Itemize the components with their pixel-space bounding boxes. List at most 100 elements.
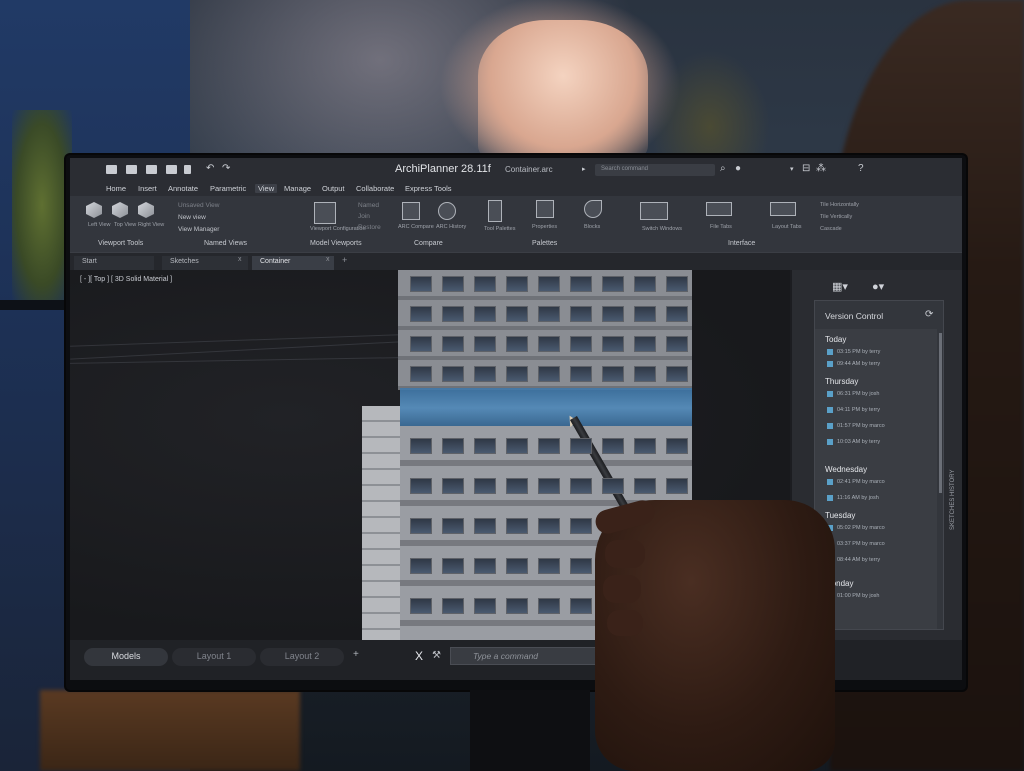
view-manager[interactable]: View Manager	[178, 226, 219, 233]
close-sketches-icon[interactable]: x	[238, 256, 242, 263]
help-icon[interactable]: ?	[858, 163, 864, 174]
tab-sketches[interactable]: Sketches	[162, 256, 248, 270]
version-entry[interactable]: 01:57 PM by marco	[827, 423, 885, 429]
network-icon[interactable]: ⁂	[816, 163, 826, 174]
building-window	[538, 276, 560, 292]
compare-label: Compare	[414, 240, 443, 247]
menu-express-tools[interactable]: Express Tools	[405, 184, 452, 193]
compare-icon[interactable]	[402, 202, 420, 220]
grid-view-icon[interactable]: ▦▾	[832, 280, 848, 293]
wall-plant	[12, 110, 72, 300]
building-window	[538, 366, 560, 382]
version-entry[interactable]: 05:02 PM by marco	[827, 525, 885, 531]
version-entry[interactable]: 10:03 AM by terry	[826, 439, 880, 445]
refresh-icon[interactable]: ⟳	[925, 309, 933, 320]
menu-collaborate[interactable]: Collaborate	[356, 184, 394, 193]
version-entry[interactable]: 01:00 PM by josh	[827, 593, 880, 599]
building-window	[570, 276, 592, 292]
history-icon[interactable]	[438, 202, 456, 220]
building-window	[666, 276, 688, 292]
palettes-label: Palettes	[532, 240, 558, 247]
version-entry[interactable]: 04:11 PM by terry	[827, 407, 880, 413]
search-input[interactable]: Search command	[595, 164, 715, 176]
menu-view[interactable]: View	[255, 184, 278, 193]
building-window	[474, 336, 496, 352]
version-entry[interactable]: 09:44 AM by terry	[826, 361, 880, 367]
building-window	[570, 306, 592, 322]
menu-annotate[interactable]: Annotate	[168, 184, 198, 193]
tab-layout-1[interactable]: Layout 1	[172, 648, 256, 666]
sketches-history-label[interactable]: SKETCHES HISTORY	[950, 470, 956, 530]
tab-container[interactable]: Container	[252, 256, 334, 270]
building-window	[442, 438, 464, 454]
file-tabs-icon[interactable]	[706, 202, 732, 216]
new-view[interactable]: New view	[178, 214, 206, 221]
named-viewports[interactable]: Named	[358, 202, 379, 209]
title-bar: ↶ ↷ ArchiPlanner 28.11f Container.arc ▸ …	[70, 158, 962, 182]
new-tab-button[interactable]: +	[342, 255, 347, 265]
close-command-icon[interactable]: X	[415, 649, 423, 663]
building-window	[506, 478, 528, 494]
menu-manage[interactable]: Manage	[284, 184, 311, 193]
mobile-icon[interactable]	[184, 165, 191, 174]
version-entry[interactable]: 03:15 PM by terry	[826, 349, 880, 355]
scrollbar[interactable]	[939, 333, 942, 493]
close-container-icon[interactable]: x	[326, 256, 330, 263]
right-view-cube-icon[interactable]	[138, 202, 154, 218]
search-icon[interactable]: ⌕	[720, 163, 726, 174]
wrench-icon[interactable]: ⚒	[432, 650, 441, 661]
viewport-label[interactable]: [ - ][ Top ] [ 3D Solid Material ]	[80, 276, 172, 283]
version-entry[interactable]: 11:16 AM by josh	[827, 495, 879, 501]
top-view-cube-icon[interactable]	[112, 202, 128, 218]
user-icon[interactable]: ●	[735, 163, 741, 174]
arc-compare-label: ARC Compare	[398, 224, 434, 230]
switch-windows-icon[interactable]	[640, 202, 668, 220]
menu-parametric[interactable]: Parametric	[210, 184, 246, 193]
version-entry[interactable]: 03:37 PM by marco	[827, 541, 885, 547]
menu-home[interactable]: Home	[106, 184, 126, 193]
cascade[interactable]: Cascade	[820, 226, 842, 232]
building-window	[474, 558, 496, 574]
save-icon[interactable]	[146, 165, 157, 174]
undo-icon[interactable]: ↶	[206, 163, 214, 174]
properties-icon[interactable]	[536, 200, 554, 218]
version-entry[interactable]: 02:41 PM by marco	[827, 479, 885, 485]
version-entry[interactable]: 08:44 AM by terry	[826, 557, 880, 563]
building-window	[570, 518, 592, 534]
menu-output[interactable]: Output	[322, 184, 345, 193]
tool-palettes-icon[interactable]	[488, 200, 502, 222]
user-menu-icon[interactable]: ●▾	[872, 280, 884, 293]
left-view-cube-icon[interactable]	[86, 202, 102, 218]
redo-icon[interactable]: ↷	[222, 163, 230, 174]
layout-tabs-icon[interactable]	[770, 202, 796, 216]
app-title: ArchiPlanner 28.11f	[395, 163, 491, 175]
chevron-right-icon: ▸	[582, 166, 586, 173]
version-entry[interactable]: 06:31 PM by josh	[827, 391, 880, 397]
cart-icon[interactable]: ⊟	[802, 163, 810, 174]
arc-history-label: ARC History	[436, 224, 467, 230]
tab-start[interactable]: Start	[74, 256, 154, 270]
open-folder-icon[interactable]	[126, 165, 137, 174]
print-icon[interactable]	[166, 165, 177, 174]
building-window	[410, 276, 432, 292]
tab-layout-2[interactable]: Layout 2	[260, 648, 344, 666]
tile-vertically[interactable]: Tile Vertically	[820, 214, 852, 220]
chevron-down-icon[interactable]: ▾	[790, 165, 794, 173]
unsaved-view[interactable]: Unsaved View	[178, 202, 219, 209]
restore-viewports[interactable]: Restore	[358, 224, 381, 231]
viewport-config-icon[interactable]	[314, 202, 336, 224]
building-window	[538, 558, 560, 574]
join-viewports[interactable]: Join	[358, 213, 370, 220]
tab-models[interactable]: Models	[84, 648, 168, 666]
building-window	[506, 336, 528, 352]
blocks-icon[interactable]	[584, 200, 602, 218]
finger	[605, 540, 645, 568]
menu-insert[interactable]: Insert	[138, 184, 157, 193]
named-views-label: Named Views	[204, 240, 248, 247]
building-window	[570, 598, 592, 614]
new-file-icon[interactable]	[106, 165, 117, 174]
tile-horizontally[interactable]: Tile Horizontally	[820, 202, 859, 208]
building-window	[570, 478, 592, 494]
building-window	[634, 438, 656, 454]
add-layout-button[interactable]: +	[353, 649, 359, 660]
